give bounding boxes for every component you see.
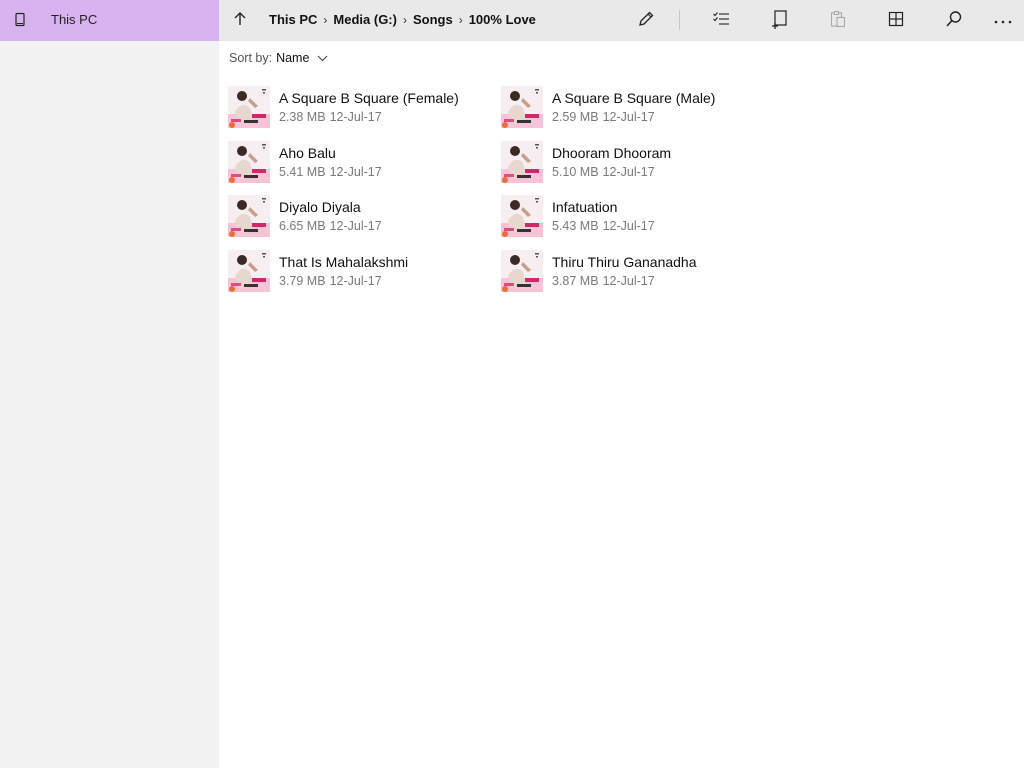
file-item[interactable]: A Square B Square (Male) 2.59 MB 12-Jul-1… [501, 84, 761, 130]
device-icon [13, 12, 27, 28]
breadcrumb-media-drive[interactable]: Media (G:) [333, 12, 397, 27]
search-icon [945, 10, 963, 33]
file-name: Infatuation [552, 199, 618, 215]
more-icon [993, 12, 1013, 30]
file-name: A Square B Square (Female) [279, 90, 459, 106]
sidebar: This PC [0, 0, 219, 768]
file-item[interactable]: Dhooram Dhooram 5.10 MB 12-Jul-17 [501, 139, 761, 185]
pencil-icon [637, 10, 655, 33]
paste-icon [829, 10, 847, 33]
search-button[interactable] [941, 8, 967, 34]
breadcrumb-current-folder[interactable]: 100% Love [469, 12, 536, 27]
album-art-thumbnail [501, 250, 543, 292]
file-date: 12-Jul-17 [602, 165, 655, 179]
file-item[interactable]: Diyalo Diyala 6.65 MB 12-Jul-17 [228, 193, 488, 239]
file-size: 3.79 MB [279, 274, 326, 288]
album-art-thumbnail [228, 86, 270, 128]
sidebar-item-label: This PC [51, 12, 98, 27]
file-date: 12-Jul-17 [329, 165, 382, 179]
file-item[interactable]: Thiru Thiru Gananadha 3.87 MB 12-Jul-17 [501, 248, 761, 294]
file-size: 5.43 MB [552, 219, 599, 233]
breadcrumb: This PC › Media (G:) › Songs › 100% Love [269, 12, 536, 27]
sort-dropdown[interactable]: Sort by: Name [229, 51, 328, 65]
breadcrumb-separator: › [323, 12, 328, 27]
file-item[interactable]: A Square B Square (Female) 2.38 MB 12-Jul… [228, 84, 488, 130]
file-item[interactable]: Aho Balu 5.41 MB 12-Jul-17 [228, 139, 488, 185]
file-name: That Is Mahalakshmi [279, 254, 409, 270]
sort-value: Name [276, 51, 310, 65]
sort-label: Sort by: [229, 51, 273, 65]
file-meta: 3.87 MB 12-Jul-17 [552, 274, 655, 288]
file-date: 12-Jul-17 [602, 110, 655, 124]
select-list-icon [712, 10, 730, 33]
file-date: 12-Jul-17 [329, 274, 382, 288]
file-meta: 5.41 MB 12-Jul-17 [279, 165, 382, 179]
album-art-thumbnail [228, 250, 270, 292]
file-name: Diyalo Diyala [279, 199, 361, 215]
new-item-icon [770, 9, 790, 34]
album-art-thumbnail [501, 195, 543, 237]
file-size: 5.10 MB [552, 165, 599, 179]
file-name: Dhooram Dhooram [552, 145, 672, 161]
sidebar-item-this-pc[interactable]: This PC [0, 0, 219, 41]
toolbar-divider [679, 10, 680, 30]
file-name: Thiru Thiru Gananadha [552, 254, 697, 270]
chevron-down-icon [317, 51, 328, 65]
album-art-thumbnail [501, 86, 543, 128]
album-art-thumbnail [501, 141, 543, 183]
select-button[interactable] [708, 8, 734, 34]
file-meta: 2.59 MB 12-Jul-17 [552, 110, 655, 124]
album-art-thumbnail [228, 195, 270, 237]
breadcrumb-separator: › [458, 12, 463, 27]
up-arrow-icon [232, 11, 248, 32]
breadcrumb-this-pc[interactable]: This PC [269, 12, 317, 27]
file-name: Aho Balu [279, 145, 336, 161]
breadcrumb-songs[interactable]: Songs [413, 12, 453, 27]
breadcrumb-separator: › [402, 12, 407, 27]
file-date: 12-Jul-17 [602, 274, 655, 288]
view-grid-icon [888, 11, 904, 32]
file-date: 12-Jul-17 [602, 219, 655, 233]
file-size: 3.87 MB [552, 274, 599, 288]
file-size: 2.59 MB [552, 110, 599, 124]
new-button[interactable] [767, 8, 793, 34]
file-meta: 3.79 MB 12-Jul-17 [279, 274, 382, 288]
view-button[interactable] [883, 8, 909, 34]
toolbar: This PC › Media (G:) › Songs › 100% Love [219, 0, 1024, 41]
file-item[interactable]: Infatuation 5.43 MB 12-Jul-17 [501, 193, 761, 239]
album-art-thumbnail [228, 141, 270, 183]
paste-button[interactable] [825, 8, 851, 34]
file-item[interactable]: That Is Mahalakshmi 3.79 MB 12-Jul-17 [228, 248, 488, 294]
file-date: 12-Jul-17 [329, 110, 382, 124]
file-size: 5.41 MB [279, 165, 326, 179]
more-button[interactable] [990, 8, 1016, 34]
file-name: A Square B Square (Male) [552, 90, 716, 106]
file-date: 12-Jul-17 [329, 219, 382, 233]
file-meta: 2.38 MB 12-Jul-17 [279, 110, 382, 124]
file-size: 6.65 MB [279, 219, 326, 233]
up-button[interactable] [227, 8, 253, 34]
file-size: 2.38 MB [279, 110, 326, 124]
rename-button[interactable] [633, 8, 659, 34]
file-meta: 5.43 MB 12-Jul-17 [552, 219, 655, 233]
file-meta: 5.10 MB 12-Jul-17 [552, 165, 655, 179]
file-meta: 6.65 MB 12-Jul-17 [279, 219, 382, 233]
